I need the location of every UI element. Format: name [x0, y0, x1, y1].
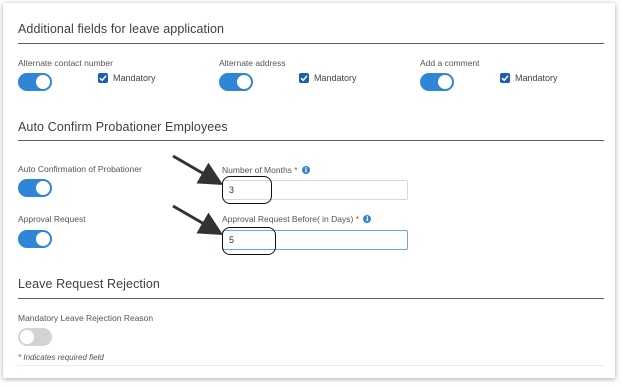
mandatory-label: Mandatory — [113, 73, 156, 83]
section-divider — [18, 43, 604, 44]
days-label-text: Approval Request Before( in Days) — [222, 214, 354, 224]
alternate-contact-mandatory-checkbox[interactable] — [98, 73, 108, 83]
alternate-address-mandatory-checkbox[interactable] — [299, 73, 309, 83]
mandatory-label: Mandatory — [515, 73, 558, 83]
info-icon[interactable]: i — [363, 215, 372, 223]
field-label-number-of-months: Number of Months * i — [222, 165, 310, 175]
required-star: * — [18, 353, 22, 362]
check-icon — [501, 75, 509, 82]
required-field-note: * Indicates required field — [18, 353, 104, 362]
alternate-contact-toggle[interactable] — [18, 73, 52, 91]
alternate-address-toggle[interactable] — [219, 73, 253, 91]
field-label-rejection-reason: Mandatory Leave Rejection Reason — [18, 313, 154, 323]
section-title-additional-fields: Additional fields for leave application — [18, 22, 225, 36]
section-title-auto-confirm: Auto Confirm Probationer Employees — [18, 120, 228, 134]
field-label-alternate-contact: Alternate contact number — [18, 58, 113, 68]
field-label-auto-confirmation: Auto Confirmation of Probationer — [18, 164, 142, 174]
toggle-knob — [20, 330, 34, 344]
add-comment-toggle[interactable] — [420, 73, 454, 91]
approval-request-toggle[interactable] — [18, 230, 52, 248]
leave-settings-card: Additional fields for leave application … — [3, 3, 615, 378]
toggle-knob — [438, 75, 452, 89]
section-divider — [18, 298, 604, 299]
check-icon — [99, 75, 107, 82]
field-label-add-comment: Add a comment — [420, 58, 480, 68]
required-star: * — [294, 165, 298, 175]
annotation-arrow — [172, 154, 224, 236]
field-label-approval-request: Approval Request — [18, 214, 86, 224]
section-divider — [18, 140, 604, 141]
auto-confirmation-toggle[interactable] — [18, 179, 52, 197]
mandatory-label: Mandatory — [314, 73, 357, 83]
required-note-text: Indicates required field — [23, 353, 104, 362]
rejection-reason-toggle[interactable] — [18, 328, 52, 346]
toggle-knob — [36, 181, 50, 195]
section-title-leave-rejection: Leave Request Rejection — [18, 277, 160, 291]
field-label-alternate-address: Alternate address — [219, 58, 286, 68]
footer-divider — [18, 365, 604, 366]
required-star: * — [355, 214, 360, 224]
field-label-approval-days: Approval Request Before( in Days) * i — [222, 214, 372, 224]
toggle-knob — [237, 75, 251, 89]
info-icon[interactable]: i — [301, 166, 310, 174]
toggle-knob — [36, 75, 50, 89]
check-icon — [300, 75, 308, 82]
toggle-knob — [36, 232, 50, 246]
add-comment-mandatory-checkbox[interactable] — [500, 73, 510, 83]
